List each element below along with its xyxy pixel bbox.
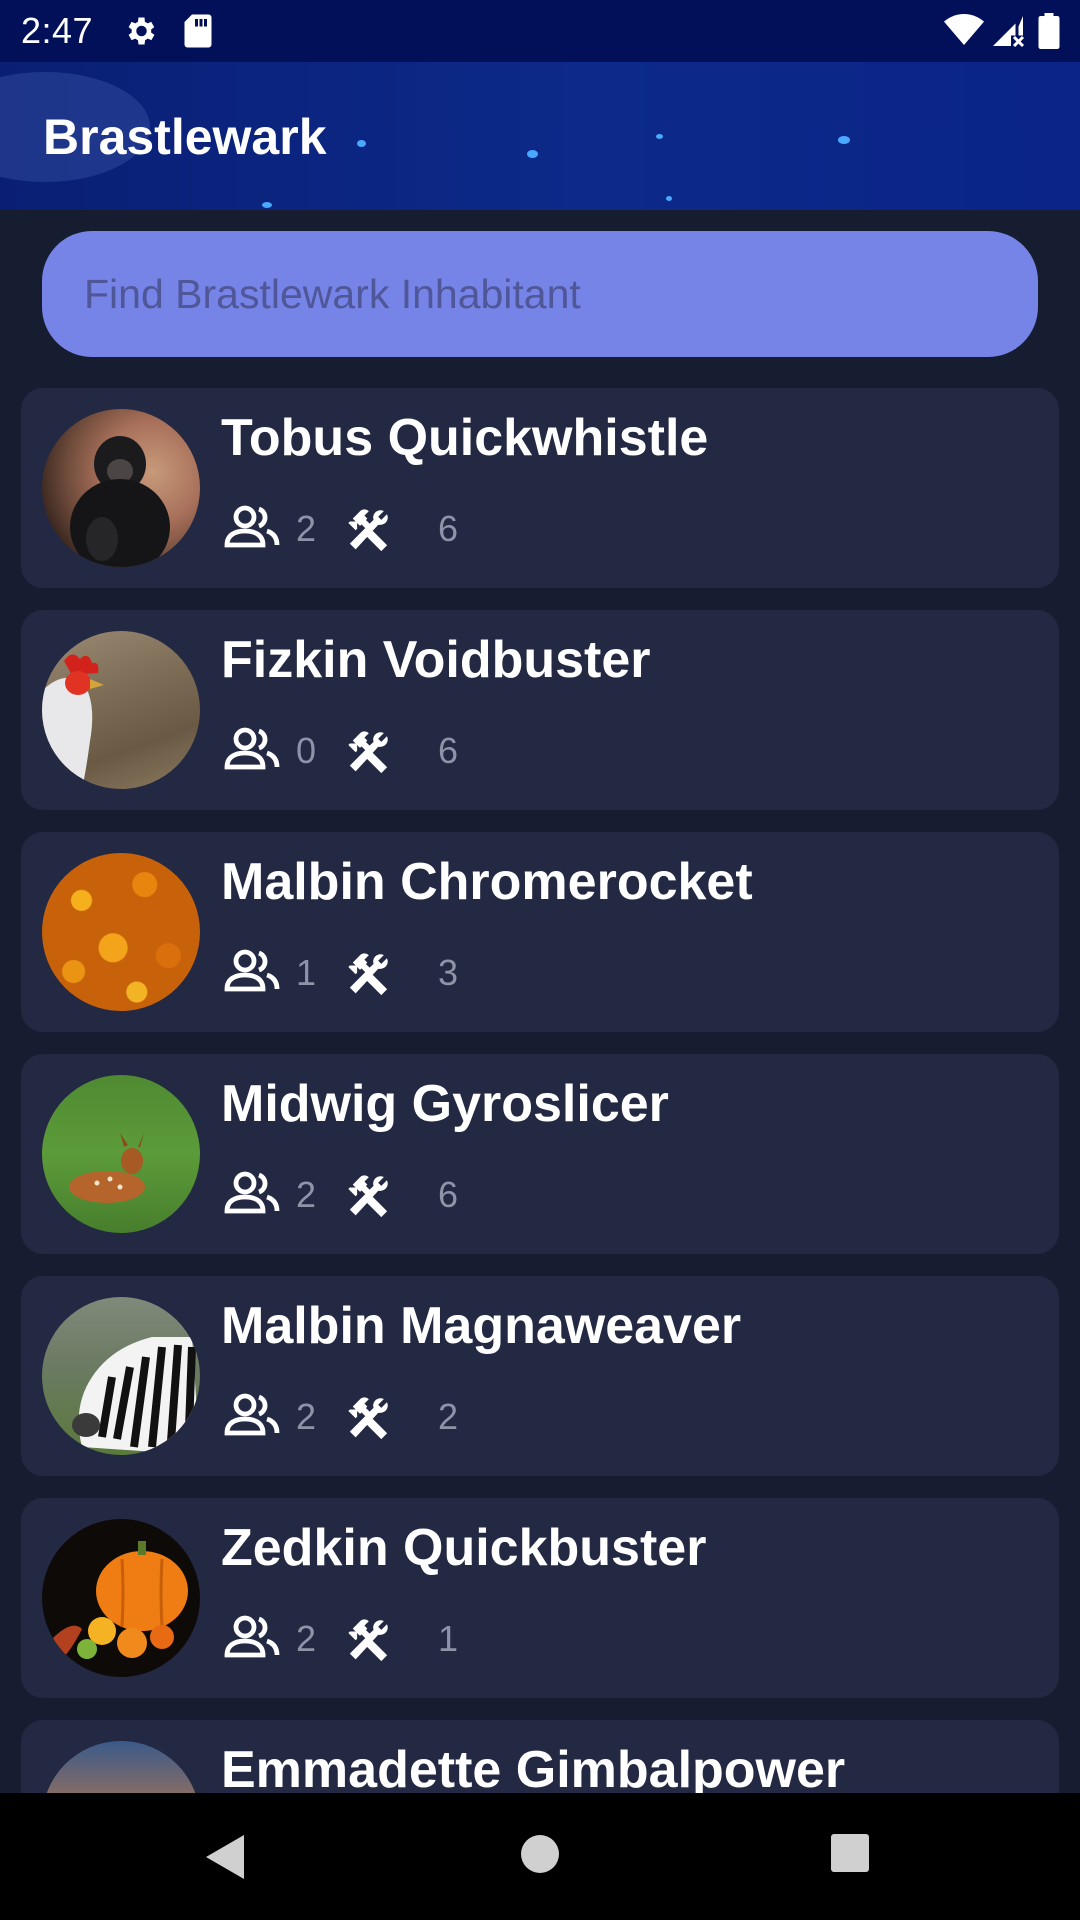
inhabitant-name: Emmadette Gimbalpower (221, 1741, 846, 1793)
avatar (42, 409, 200, 567)
people-icon (224, 727, 280, 770)
recents-icon[interactable] (830, 1833, 870, 1873)
avatar (42, 853, 200, 1011)
star-decoration (838, 136, 850, 144)
inhabitant-card[interactable]: Fizkin Voidbuster 0 6 (21, 610, 1059, 810)
inhabitant-name: Fizkin Voidbuster (221, 631, 651, 689)
inhabitant-name: Midwig Gyroslicer (221, 1075, 669, 1133)
star-decoration (357, 140, 366, 147)
professions-count: 6 (438, 508, 459, 549)
inhabitant-name: Zedkin Quickbuster (221, 1519, 707, 1577)
avatar (42, 1519, 200, 1677)
star-decoration (527, 150, 538, 158)
avatar (42, 1075, 200, 1233)
friends-count: 2 (296, 508, 317, 549)
chimpanzee-image (70, 436, 170, 567)
professions-count: 1 (438, 1618, 459, 1659)
inhabitant-card[interactable]: Midwig Gyroslicer 2 6 (21, 1054, 1059, 1254)
status-time: 2:47 (21, 10, 94, 51)
rooster-image (42, 654, 104, 789)
inhabitant-card[interactable]: Tobus Quickwhistle 2 6 (21, 388, 1059, 588)
inhabitant-card[interactable]: Zedkin Quickbuster 2 1 (21, 1498, 1059, 1698)
friends-count: 2 (296, 1396, 317, 1437)
zebra-image (72, 1337, 200, 1455)
inhabitant-card[interactable]: Emmadette Gimbalpower (21, 1720, 1059, 1793)
professions-count: 6 (438, 1174, 459, 1215)
tools-icon (348, 1619, 388, 1662)
app-header: Brastlewark (0, 62, 1080, 210)
inhabitant-card[interactable]: Malbin Magnaweaver 2 2 (21, 1276, 1059, 1476)
friends-count: 1 (296, 952, 317, 993)
fawn-image (69, 1133, 145, 1203)
home-icon[interactable] (519, 1833, 561, 1875)
tools-icon (348, 731, 388, 774)
friends-count: 0 (296, 730, 317, 771)
professions-count: 6 (438, 730, 459, 771)
status-bar: 2:47 (0, 0, 1080, 62)
star-decoration (656, 134, 663, 139)
tools-icon (348, 1175, 388, 1218)
star-decoration (262, 202, 272, 208)
people-icon (224, 1393, 280, 1436)
people-icon (224, 1615, 280, 1658)
tools-icon (348, 1397, 388, 1440)
inhabitant-list[interactable]: Tobus Quickwhistle 2 6 Fizkin Voidbuster (0, 388, 1080, 1793)
avatar (42, 1741, 200, 1793)
inhabitant-name: Malbin Chromerocket (221, 853, 753, 911)
people-icon (224, 505, 280, 548)
star-decoration (666, 196, 672, 201)
friends-count: 2 (296, 1174, 317, 1215)
back-icon[interactable] (204, 1833, 246, 1881)
friends-count: 2 (296, 1618, 317, 1659)
inhabitant-name: Tobus Quickwhistle (221, 409, 709, 467)
avatar (42, 631, 200, 789)
people-icon (224, 1171, 280, 1214)
tools-icon (348, 953, 388, 996)
professions-count: 3 (438, 952, 459, 993)
pumpkin-harvest-image (52, 1541, 188, 1659)
app-title: Brastlewark (43, 109, 327, 165)
search-input[interactable] (42, 231, 1038, 357)
inhabitant-card[interactable]: Malbin Chromerocket 1 3 (21, 832, 1059, 1032)
tools-icon (348, 509, 388, 552)
people-icon (224, 949, 280, 992)
gear-icon (128, 17, 155, 45)
avatar (42, 1297, 200, 1455)
wifi-icon (944, 14, 984, 45)
inhabitant-name: Malbin Magnaweaver (221, 1297, 742, 1355)
battery-icon (1038, 13, 1060, 49)
professions-count: 2 (438, 1396, 459, 1437)
navigation-bar (0, 1793, 1080, 1920)
signal-icon (993, 16, 1025, 48)
sd-card-icon (184, 14, 212, 48)
